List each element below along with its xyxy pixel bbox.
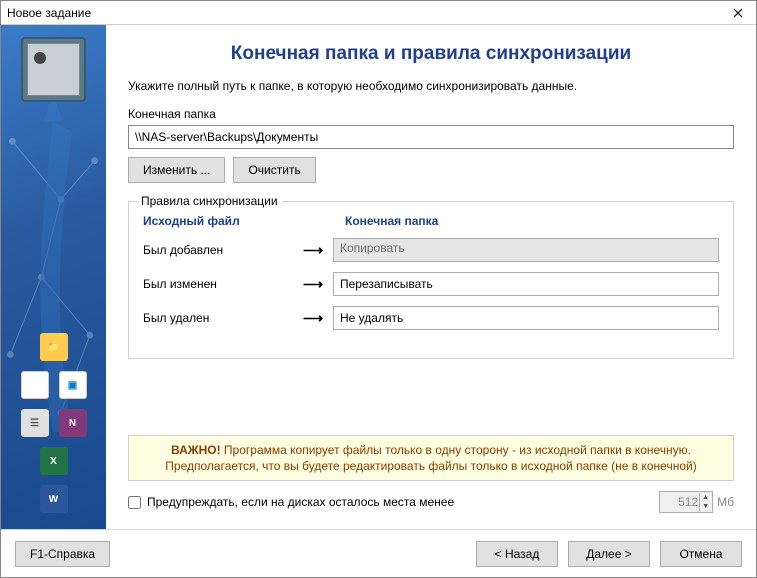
arrow-icon: ⟶	[293, 242, 333, 259]
rule-row-added: Был добавлен ⟶ Копировать	[143, 238, 719, 262]
disk-warn-label: Предупреждать, если на дисках осталось м…	[147, 495, 454, 509]
window-title: Новое задание	[7, 6, 91, 20]
disk-warn-checkbox[interactable]	[128, 496, 141, 509]
wizard-footer: F1-Справка < Назад Далее > Отмена	[1, 529, 756, 577]
page-title: Конечная папка и правила синхронизации	[128, 43, 734, 65]
excel-icon: X	[40, 447, 68, 475]
sync-rules-legend: Правила синхронизации	[137, 194, 282, 208]
rule-deleted-label: Был удален	[143, 311, 293, 325]
disk-size-spinner[interactable]: 512 ▲ ▼	[659, 491, 713, 513]
help-button[interactable]: F1-Справка	[15, 541, 110, 567]
rule-row-modified: Был изменен ⟶ Перезаписывать	[143, 272, 719, 296]
word-icon: W	[40, 485, 68, 513]
change-button[interactable]: Изменить ...	[128, 157, 225, 183]
binder-icon: ▤	[21, 371, 49, 399]
safe-icon	[21, 37, 86, 102]
warning-strong: ВАЖНО!	[171, 443, 221, 457]
arrow-icon: ⟶	[293, 276, 333, 293]
cancel-button[interactable]: Отмена	[660, 541, 742, 567]
header-source: Исходный файл	[143, 214, 293, 228]
next-button[interactable]: Далее >	[568, 541, 650, 567]
back-button[interactable]: < Назад	[476, 541, 558, 567]
rule-row-deleted: Был удален ⟶ Не удалять	[143, 306, 719, 330]
warning-box: ВАЖНО! Программа копирует файлы только в…	[128, 435, 734, 481]
sidebar-file-icons: W X ☰ N ▤ ▣ 📁	[1, 333, 106, 519]
dest-folder-input[interactable]	[128, 125, 734, 149]
wizard-sidebar: W X ☰ N ▤ ▣ 📁	[1, 25, 106, 529]
body: W X ☰ N ▤ ▣ 📁 Конечная папка и правила с…	[1, 25, 756, 529]
page-subtitle: Укажите полный путь к папке, в которую н…	[128, 79, 734, 93]
close-button[interactable]	[720, 1, 756, 25]
image-icon: ▣	[59, 371, 87, 399]
contact-icon: ☰	[21, 409, 49, 437]
dialog-window: Новое задание W	[0, 0, 757, 578]
warning-line2: Предполагается, что вы будете редактиров…	[137, 458, 725, 474]
rule-added-select: Копировать	[333, 238, 719, 262]
spinner-up-icon[interactable]: ▲	[699, 493, 711, 502]
titlebar: Новое задание	[1, 1, 756, 25]
folder-icon: 📁	[40, 333, 68, 361]
rule-added-label: Был добавлен	[143, 243, 293, 257]
spinner-down-icon[interactable]: ▼	[699, 502, 711, 511]
rule-modified-select[interactable]: Перезаписывать	[333, 272, 719, 296]
header-dest: Конечная папка	[345, 214, 438, 228]
disk-size-unit: Мб	[717, 495, 734, 509]
clear-button[interactable]: Очистить	[233, 157, 315, 183]
disk-size-value: 512	[678, 495, 698, 509]
close-icon	[733, 8, 743, 18]
onenote-icon: N	[59, 409, 87, 437]
dest-folder-label: Конечная папка	[128, 107, 734, 121]
main-panel: Конечная папка и правила синхронизации У…	[106, 25, 756, 529]
arrow-icon: ⟶	[293, 310, 333, 327]
sync-rules-fieldset: Правила синхронизации Исходный файл Коне…	[128, 201, 734, 359]
rule-modified-label: Был изменен	[143, 277, 293, 291]
disk-warn-row: Предупреждать, если на дисках осталось м…	[128, 487, 734, 519]
rule-deleted-select[interactable]: Не удалять	[333, 306, 719, 330]
warning-line1: Программа копирует файлы только в одну с…	[221, 443, 691, 457]
